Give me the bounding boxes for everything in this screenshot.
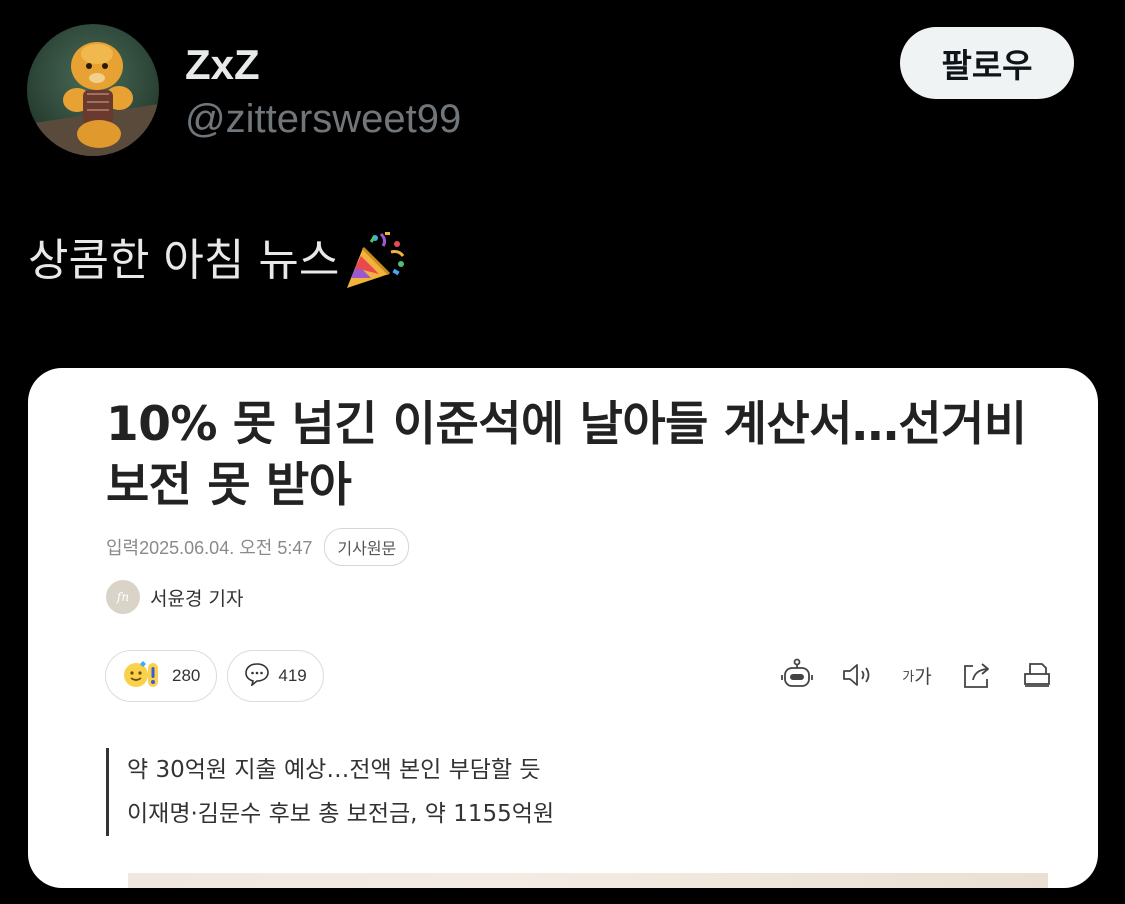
party-popper-icon xyxy=(341,230,409,292)
summary-bot-button[interactable] xyxy=(780,658,814,692)
share-icon xyxy=(964,663,989,688)
subtitle-line-1: 약 30억원 지출 예상…전액 본인 부담할 듯 xyxy=(127,757,541,783)
article-image-edge xyxy=(128,873,1048,888)
font-size-small-glyph: 가 xyxy=(902,669,915,685)
reporter-info: fn 서윤경 기자 xyxy=(106,580,243,614)
font-size-large-glyph: 가 xyxy=(914,665,932,688)
print-icon xyxy=(1024,663,1050,687)
share-button[interactable] xyxy=(960,658,994,692)
robot-icon xyxy=(781,658,813,687)
media-card[interactable]: 10% 못 넘긴 이준석에 날아들 계산서…선거비 보전 못 받아 입력2025… xyxy=(28,368,1098,888)
follow-button[interactable]: 팔로우 xyxy=(900,27,1074,99)
subtitle-line-2: 이재명·김문수 후보 총 보전금, 약 1155억원 xyxy=(127,801,555,827)
tweet-text-content: 상콤한 아침 뉴스 xyxy=(28,235,340,286)
original-article-button[interactable]: 기사원문 xyxy=(324,528,410,566)
reporter-avatar: fn xyxy=(106,580,140,614)
emoji-reaction-button[interactable]: 280 xyxy=(105,650,218,702)
font-size-button[interactable]: 가가 xyxy=(900,658,934,692)
tweet-text: 상콤한 아침 뉴스 xyxy=(28,228,409,294)
reaction-bar: 280 419 xyxy=(105,650,324,702)
display-name[interactable]: ZxZ xyxy=(185,40,260,90)
comment-count: 419 xyxy=(278,666,307,685)
article-date: 입력2025.06.04. 오전 5:47 xyxy=(106,538,313,558)
reporter-name[interactable]: 서윤경 기자 xyxy=(150,584,243,611)
article-toolbar: 가가 xyxy=(780,658,1054,692)
avatar[interactable] xyxy=(27,24,159,156)
article-headline: 10% 못 넘긴 이준석에 날아들 계산서…선거비 보전 못 받아 xyxy=(106,394,1066,516)
headline-line-2: 보전 못 받아 xyxy=(106,458,352,513)
avatar-image xyxy=(27,24,159,156)
comment-icon xyxy=(244,662,270,690)
article-subtitles: 약 30억원 지출 예상…전액 본인 부담할 듯 이재명·김문수 후보 총 보전… xyxy=(106,748,554,836)
tweet-page: ZxZ @zittersweet99 팔로우 상콤한 아침 뉴스 10% 못 넘… xyxy=(0,0,1125,904)
emoji-reaction-icon xyxy=(122,660,164,692)
speaker-icon xyxy=(843,664,870,686)
listen-button[interactable] xyxy=(840,658,874,692)
emoji-reaction-count: 280 xyxy=(172,666,201,685)
print-button[interactable] xyxy=(1020,658,1054,692)
article-meta: 입력2025.06.04. 오전 5:47 기사원문 xyxy=(106,528,410,566)
user-handle[interactable]: @zittersweet99 xyxy=(185,95,461,143)
comment-button[interactable]: 419 xyxy=(227,650,324,702)
headline-line-1: 10% 못 넘긴 이준석에 날아들 계산서…선거비 xyxy=(106,397,1027,452)
